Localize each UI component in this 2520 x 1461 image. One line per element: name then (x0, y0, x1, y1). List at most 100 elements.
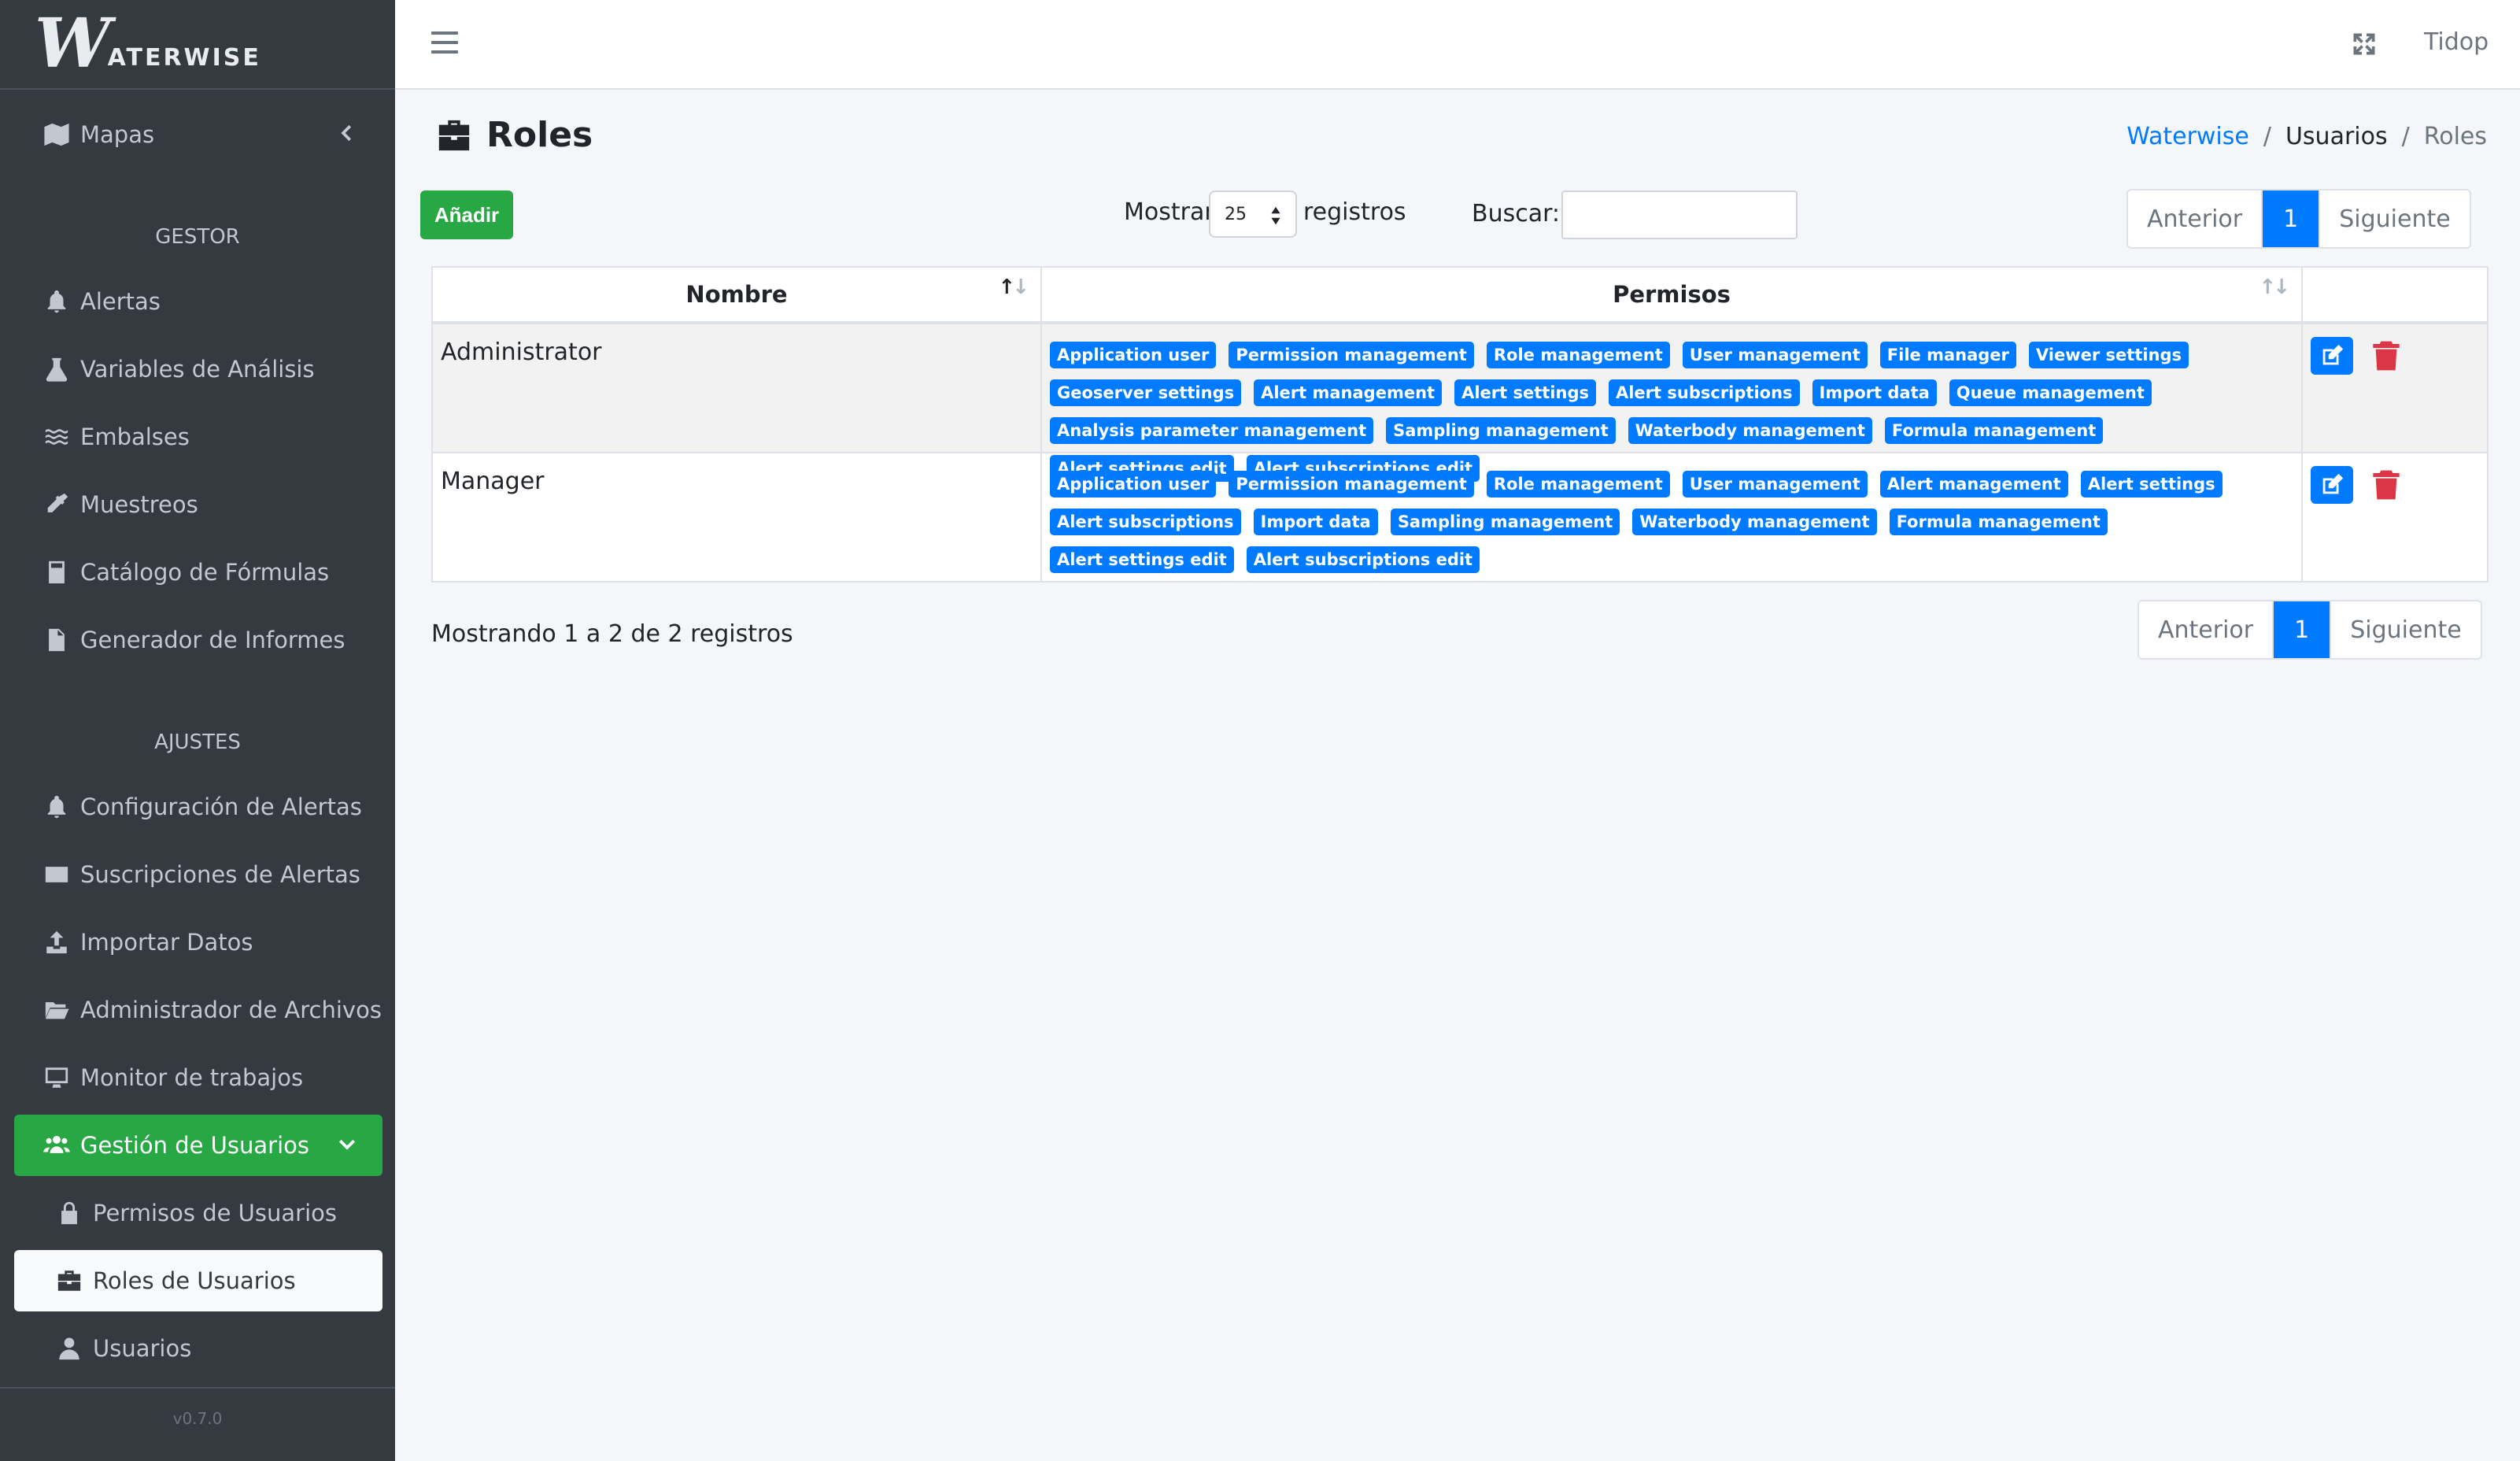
breadcrumb: Waterwise / Usuarios / Roles (2126, 123, 2487, 150)
table-info: Mostrando 1 a 2 de 2 registros (431, 620, 793, 648)
sidebar-item-label: Monitor de trabajos (80, 1064, 304, 1091)
sidebar-item-informes[interactable]: Generador de Informes (14, 609, 382, 671)
records-label: registros (1303, 198, 1406, 226)
delete-button[interactable] (2369, 466, 2404, 504)
permission-badge: Viewer settings (2028, 342, 2189, 368)
sidebar-item-label: Roles de Usuarios (93, 1267, 296, 1294)
permission-badge: Alert settings (2080, 471, 2223, 497)
expand-icon[interactable] (2350, 30, 2378, 58)
desktop-icon (41, 1062, 72, 1093)
sidebar-item-label: Variables de Análisis (80, 356, 315, 383)
briefcase-icon (54, 1265, 85, 1296)
chevron-down-icon (335, 1132, 359, 1161)
users-icon (41, 1130, 72, 1161)
permission-badge: Formula management (1884, 417, 2104, 444)
permission-badge: Waterbody management (1628, 417, 1872, 444)
sidebar-item-mapas[interactable]: Mapas (14, 104, 382, 165)
breadcrumb-usuarios[interactable]: Usuarios (2285, 123, 2388, 150)
search-input[interactable] (1561, 190, 1798, 239)
permission-badge: Geoserver settings (1050, 379, 1242, 406)
page-title-text: Roles (486, 115, 593, 155)
permission-badge: Alert subscriptions edit (1246, 546, 1480, 573)
role-permissions: Application user Permission management Rol… (1040, 453, 2301, 581)
table-header: Nombre ↑↓ Permisos ↑↓ (433, 268, 2487, 324)
sidebar-item-variables[interactable]: Variables de Análisis (14, 338, 382, 400)
folder-open-icon (41, 994, 72, 1026)
permission-badge: Queue management (1949, 379, 2152, 406)
sidebar-item-embalses[interactable]: Embalses (14, 406, 382, 468)
sidebar-item-formulas[interactable]: Catálogo de Fórmulas (14, 542, 382, 603)
sidebar-item-label: Generador de Informes (80, 627, 345, 653)
pagination-page-1[interactable]: 1 (2261, 190, 2319, 247)
select-arrows-icon (1271, 206, 1280, 225)
edit-button[interactable] (2311, 337, 2353, 375)
eyedropper-icon (41, 489, 72, 520)
sidebar-item-monitor[interactable]: Monitor de trabajos (14, 1047, 382, 1108)
sidebar-item-archivos[interactable]: Administrador de Archivos (14, 979, 382, 1041)
breadcrumb-separator: / (2263, 123, 2271, 150)
roles-table: Nombre ↑↓ Permisos ↑↓ Administrator Appli… (431, 266, 2489, 583)
file-lines-icon (41, 624, 72, 656)
breadcrumb-home[interactable]: Waterwise (2126, 123, 2249, 150)
calculator-icon (41, 557, 72, 588)
user-icon (54, 1333, 85, 1364)
role-permissions: Application user Permission management Rol… (1040, 324, 2301, 482)
sidebar-item-label: Catálogo de Fórmulas (80, 559, 330, 586)
permission-badge: User management (1682, 471, 1868, 497)
permission-badge: Alert management (1879, 471, 2068, 497)
sidebar-item-roles[interactable]: Roles de Usuarios (14, 1250, 382, 1311)
pagination-next[interactable]: Siguiente (2330, 601, 2480, 658)
sidebar-item-gestion-usuarios[interactable]: Gestión de Usuarios (14, 1115, 382, 1176)
brand[interactable]: W ATERWISE (0, 0, 395, 90)
permission-badge: Permission management (1229, 471, 1474, 497)
pagination-prev[interactable]: Anterior (2128, 190, 2261, 247)
flask-icon (41, 353, 72, 385)
sidebar-item-label: Configuración de Alertas (80, 793, 362, 820)
nav-header-ajustes: AJUSTES (154, 730, 241, 754)
sidebar-item-label: Suscripciones de Alertas (80, 861, 360, 888)
permission-badge: Permission management (1229, 342, 1474, 368)
add-button[interactable]: Añadir (420, 190, 513, 239)
brand-text: ATERWISE (107, 44, 261, 72)
permission-badge: Role management (1486, 342, 1670, 368)
edit-button[interactable] (2311, 466, 2353, 504)
search-label: Buscar: (1472, 200, 1561, 227)
page-size-select[interactable]: 25 (1209, 190, 1297, 238)
pagination-page-1[interactable]: 1 (2272, 601, 2330, 658)
edit-icon (2322, 344, 2344, 365)
trash-icon (2373, 341, 2400, 371)
sidebar-item-alertas[interactable]: Alertas (14, 271, 382, 332)
table-row: Administrator Application user Permission … (433, 324, 2487, 482)
pagination-prev[interactable]: Anterior (2139, 601, 2272, 658)
nav-header-gestor: GESTOR (155, 225, 240, 249)
permission-badge: Sampling management (1386, 417, 1616, 444)
permission-badge: Alert settings edit (1050, 546, 1234, 573)
column-header-permisos[interactable]: Permisos ↑↓ (1040, 268, 2301, 321)
permission-badge: Alert settings (1454, 379, 1596, 406)
page-size-value: 25 (1225, 204, 1247, 224)
table-body: Administrator Application user Permission … (433, 324, 2487, 581)
user-menu[interactable]: Tidop (2424, 28, 2489, 56)
sidebar-item-suscripciones[interactable]: Suscripciones de Alertas (14, 844, 382, 905)
sidebar-item-label: Administrador de Archivos (80, 997, 382, 1023)
column-header-nombre[interactable]: Nombre ↑↓ (433, 268, 1040, 321)
permission-badge: Formula management (1889, 509, 2108, 535)
permission-badge: Import data (1253, 509, 1378, 535)
pagination-next[interactable]: Siguiente (2319, 190, 2469, 247)
sidebar-item-importar[interactable]: Importar Datos (14, 912, 382, 973)
sidebar-item-usuarios[interactable]: Usuarios (14, 1318, 382, 1379)
sidebar-item-label: Importar Datos (80, 929, 253, 956)
hamburger-menu-icon[interactable] (431, 31, 458, 55)
sidebar-item-config-alertas[interactable]: Configuración de Alertas (14, 776, 382, 838)
edit-icon (2322, 473, 2344, 494)
delete-button[interactable] (2369, 337, 2404, 375)
sidebar-item-label: Muestreos (80, 491, 198, 518)
sidebar-item-permisos[interactable]: Permisos de Usuarios (14, 1182, 382, 1244)
row-actions (2301, 324, 2487, 452)
sidebar-item-label: Usuarios (93, 1335, 192, 1362)
column-header-actions (2301, 268, 2487, 321)
sidebar-item-muestreos[interactable]: Muestreos (14, 474, 382, 535)
permission-badge: Alert subscriptions (1608, 379, 1800, 406)
sidebar: W ATERWISE Mapas GESTOR Alertas Variable… (0, 0, 395, 1461)
permission-badge: Waterbody management (1632, 509, 1877, 535)
